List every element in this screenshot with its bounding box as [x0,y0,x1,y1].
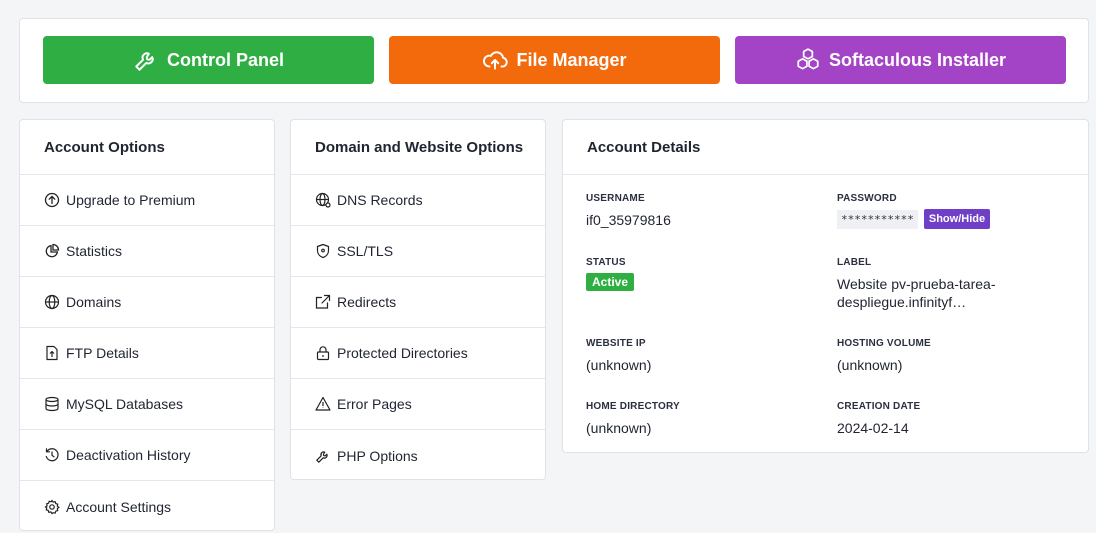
globe-icon [44,294,60,310]
menu-item-label: PHP Options [337,447,418,464]
pie-chart-icon [45,243,60,258]
menu-item-label: Redirects [337,294,397,310]
account-options-card: Account Options Upgrade to Premium Stati… [19,119,275,531]
username-value: if0_35979816 [586,212,671,228]
menu-item-label: Upgrade to Premium [66,192,196,208]
menu-item-dns-records[interactable]: DNS Records [291,175,545,226]
domain-website-options-card: Domain and Website Options DNS Records S… [290,119,546,480]
menu-item-mysql-databases[interactable]: MySQL Databases [20,379,274,430]
file-manager-label: File Manager [516,49,627,70]
menu-item-ssl-tls[interactable]: SSL/TLS [291,226,545,277]
shield-icon [316,243,330,259]
website-ip-value: (unknown) [586,357,652,373]
arrow-up-circle-icon [44,192,60,208]
globe-network-icon [315,192,331,208]
menu-item-redirects[interactable]: Redirects [291,277,545,328]
menu-item-label: Error Pages [337,396,412,412]
menu-item-domains[interactable]: Domains [20,277,274,328]
label-label: LABEL [837,257,872,268]
history-icon [45,448,59,462]
wrench-icon [316,450,328,463]
home-directory-value: (unknown) [586,420,652,436]
label-value-line1: Website pv-prueba-tarea- [837,276,996,292]
password-mask: *********** [837,209,918,229]
account-details-card: Account Details USERNAME if0_35979816 PA… [562,119,1089,453]
password-field: PASSWORD *********** Show/Hide [837,193,1077,229]
website-ip-field: WEBSITE IP (unknown) [586,338,826,374]
status-badge: Active [586,273,635,291]
hosting-volume-field: HOSTING VOLUME (unknown) [837,338,1077,374]
quick-actions-card: Control Panel File Manager Softaculous I… [19,18,1089,103]
menu-item-statistics[interactable]: Statistics [20,226,274,277]
external-link-icon [315,294,331,309]
wrench-icon [135,52,154,71]
hosting-volume-label: HOSTING VOLUME [837,338,931,349]
lock-icon [316,346,330,361]
label-value-line2: despliegue.infinityf… [837,294,967,310]
menu-item-label: Domains [66,294,122,310]
username-label: USERNAME [586,193,645,204]
menu-item-deactivation-history[interactable]: Deactivation History [20,430,274,481]
menu-item-label: Deactivation History [66,447,191,463]
gear-icon [44,498,60,514]
menu-item-label: SSL/TLS [337,243,394,259]
menu-item-php-options[interactable]: PHP Options [291,430,545,479]
menu-item-label: Protected Directories [337,345,468,361]
label-field: LABEL Website pv-prueba-tarea- despliegu… [837,257,1077,311]
control-panel-label: Control Panel [166,49,284,70]
hosting-volume-value: (unknown) [837,357,903,373]
file-manager-button[interactable]: File Manager [389,36,720,84]
menu-item-ftp-details[interactable]: FTP Details [20,328,274,379]
creation-date-value: 2024-02-14 [837,420,909,436]
home-directory-field: HOME DIRECTORY (unknown) [586,401,826,437]
creation-date-field: CREATION DATE 2024-02-14 [837,401,1077,437]
creation-date-label: CREATION DATE [837,401,921,412]
control-panel-button[interactable]: Control Panel [43,36,374,84]
file-upload-icon [46,345,58,361]
menu-item-upgrade-premium[interactable]: Upgrade to Premium [20,175,274,226]
warning-icon [315,396,331,411]
menu-item-label: MySQL Databases [66,396,183,412]
domain-options-title: Domain and Website Options [291,120,545,175]
menu-item-protected-directories[interactable]: Protected Directories [291,328,545,379]
home-directory-label: HOME DIRECTORY [586,401,680,412]
username-field: USERNAME if0_35979816 [586,193,826,229]
database-icon [45,396,59,412]
menu-item-label: Account Settings [66,498,172,515]
show-hide-password-button[interactable]: Show/Hide [923,209,991,229]
menu-item-label: Statistics [66,243,123,259]
status-label: STATUS [586,257,626,268]
menu-item-account-settings[interactable]: Account Settings [20,481,274,530]
account-details-title: Account Details [563,120,1088,175]
softaculous-label: Softaculous Installer [828,49,1007,70]
menu-item-label: DNS Records [337,192,423,208]
status-field: STATUS Active [586,257,826,291]
password-label: PASSWORD [837,193,897,204]
website-ip-label: WEBSITE IP [586,338,646,349]
account-options-title: Account Options [20,120,274,175]
menu-item-label: FTP Details [66,345,139,361]
cubes-icon [797,48,819,70]
cloud-upload-icon [483,51,509,70]
softaculous-installer-button[interactable]: Softaculous Installer [735,36,1066,84]
menu-item-error-pages[interactable]: Error Pages [291,379,545,430]
